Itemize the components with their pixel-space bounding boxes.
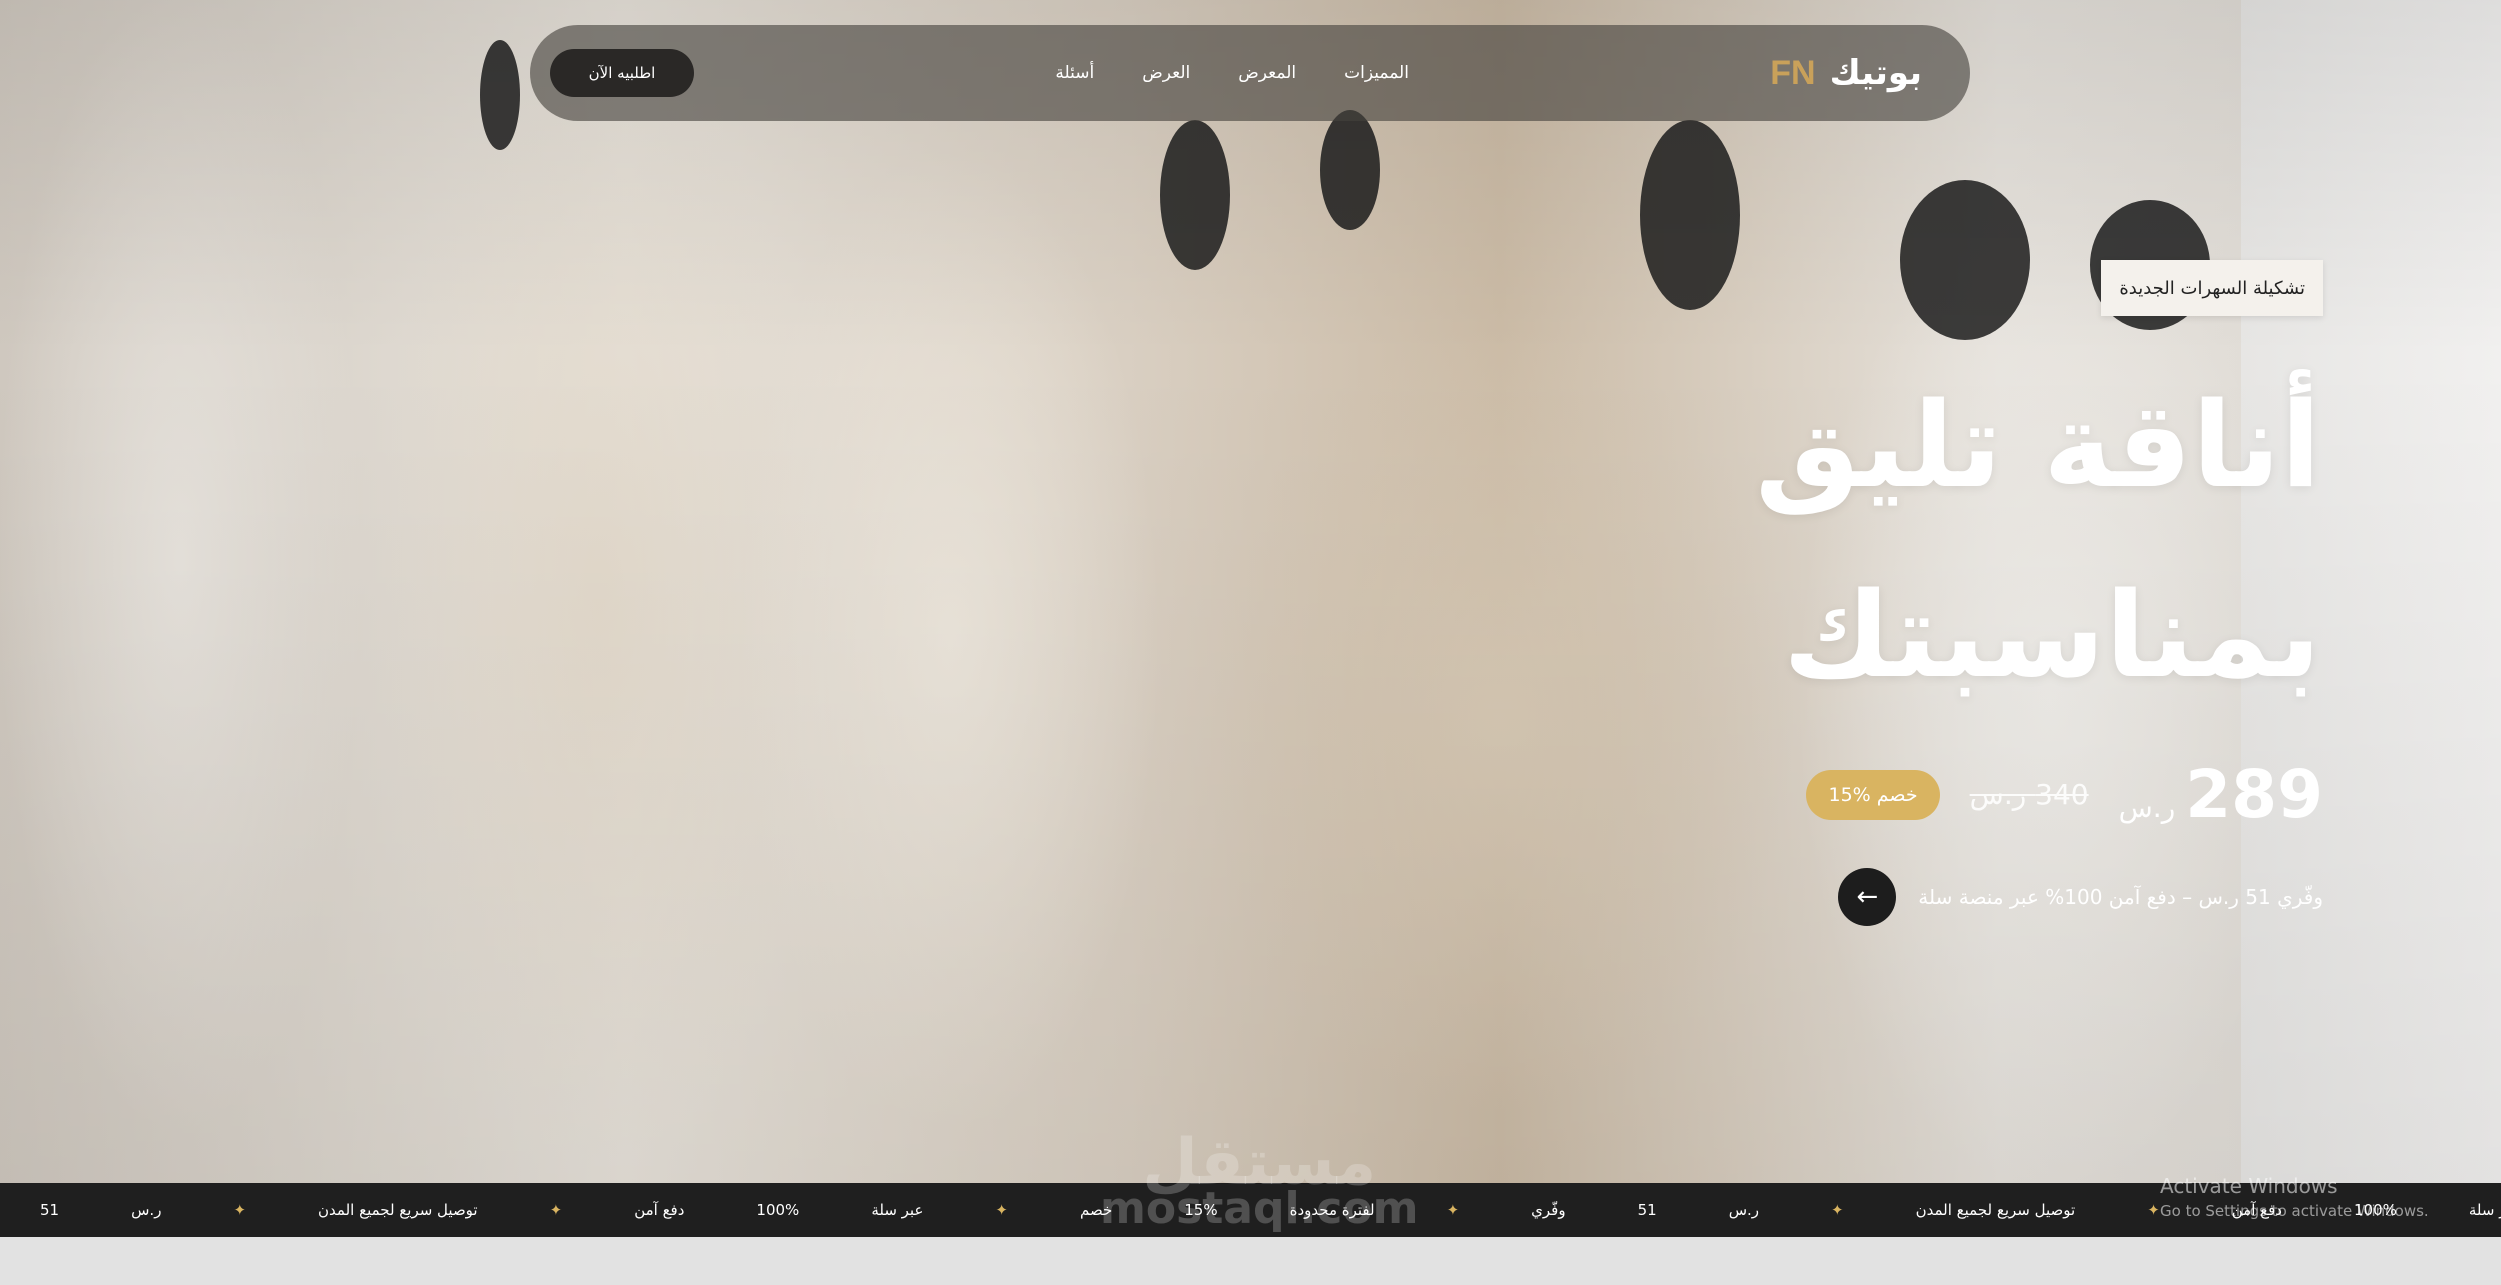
nav-link-faq[interactable]: أسئلة bbox=[1055, 63, 1094, 83]
star-icon: ✦ bbox=[549, 1201, 563, 1219]
ticker-item: عبر سلة bbox=[2468, 1201, 2501, 1219]
star-icon: ✦ bbox=[1831, 1201, 1844, 1219]
old-price: 340 ر.س bbox=[1969, 778, 2089, 811]
nav-link-features[interactable]: المميزات bbox=[1344, 63, 1409, 83]
ticker-item: توصيل سريع لجميع المدن bbox=[318, 1201, 478, 1219]
hero-headline: أناقة تليق بمناسبتك bbox=[1561, 350, 2321, 730]
activate-title: Activate Windows bbox=[2160, 1174, 2338, 1198]
price-value: 289 bbox=[2185, 756, 2323, 833]
payment-text: وفّري 51 ر.س – دفع آمن 100% عبر منصة سلة bbox=[1918, 885, 2323, 909]
collection-tag: تشكيلة السهرات الجديدة bbox=[2101, 260, 2323, 316]
nav-links: أسئلة العرض المعرض المميزات bbox=[1055, 63, 1409, 83]
current-price: 289 ر.س bbox=[2119, 756, 2323, 833]
brand-mark: FN bbox=[1770, 54, 1816, 92]
brand-name: بوتيك bbox=[1829, 53, 1922, 93]
ticker-item: 51 bbox=[40, 1201, 60, 1219]
payment-row: وفّري 51 ر.س – دفع آمن 100% عبر منصة سلة… bbox=[1838, 868, 2323, 926]
watermark-english: mostaql.com bbox=[1100, 1183, 1419, 1234]
star-icon: ✦ bbox=[1446, 1201, 1460, 1219]
watermark: مستقل mostaql.com bbox=[1100, 1126, 1419, 1234]
ticker-item: 51 bbox=[1637, 1201, 1657, 1219]
star-icon: ✦ bbox=[995, 1201, 1008, 1219]
order-now-button[interactable]: اطلبيه الآن bbox=[550, 49, 694, 97]
ticker-item: ر.س bbox=[1728, 1201, 1760, 1219]
ticker-item: وفّري bbox=[1531, 1201, 1566, 1219]
discount-badge: 15% خصم bbox=[1806, 769, 1940, 820]
nav-link-offer[interactable]: العرض bbox=[1142, 63, 1190, 83]
nav-link-gallery[interactable]: المعرض bbox=[1238, 63, 1296, 83]
headline-line-1: أناقة تليق bbox=[1755, 376, 2321, 514]
ticker-item: دفع آمن bbox=[634, 1201, 685, 1219]
star-icon: ✦ bbox=[2147, 1201, 2160, 1219]
windows-activation-notice: Activate Windows Go to Settings to activ… bbox=[2160, 1174, 2429, 1220]
ticker-item: ر.س bbox=[131, 1201, 162, 1219]
ticker-item: 100% bbox=[756, 1201, 800, 1219]
headline-line-2: بمناسبتك bbox=[1782, 566, 2321, 704]
arrow-left-icon[interactable]: ← bbox=[1838, 868, 1897, 926]
star-icon: ✦ bbox=[233, 1201, 247, 1219]
watermark-arabic: مستقل bbox=[1142, 1126, 1377, 1200]
activate-subtitle: Go to Settings to activate Windows. bbox=[2160, 1202, 2429, 1220]
brand-logo[interactable]: FN بوتيك bbox=[1770, 53, 1922, 93]
ticker-item: توصيل سريع لجميع المدن bbox=[1915, 1201, 2076, 1219]
price-currency: ر.س bbox=[2118, 791, 2176, 824]
ticker-item: عبر سلة bbox=[871, 1201, 924, 1219]
price-row: 289 ر.س 340 ر.س 15% خصم bbox=[1806, 756, 2323, 833]
top-navbar: اطلبيه الآن أسئلة العرض المعرض المميزات … bbox=[530, 25, 1970, 121]
